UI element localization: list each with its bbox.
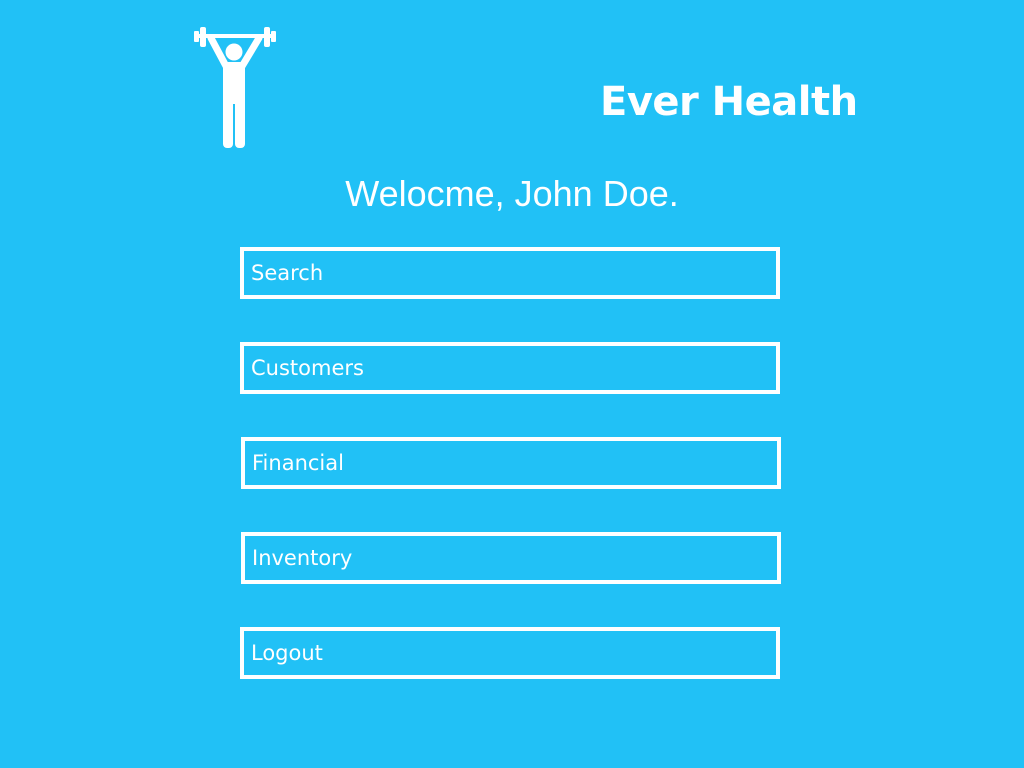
- search-button[interactable]: Search: [240, 247, 780, 299]
- search-button-label: Search: [251, 261, 324, 285]
- welcome-user-name: John Doe.: [514, 173, 679, 214]
- logout-button-label: Logout: [251, 641, 323, 665]
- financial-button-label: Financial: [252, 451, 344, 475]
- inventory-button-label: Inventory: [252, 546, 353, 570]
- customers-button[interactable]: Customers: [240, 342, 780, 394]
- logout-button[interactable]: Logout: [240, 627, 780, 679]
- app-title: Ever Health: [600, 79, 858, 125]
- customers-button-label: Customers: [251, 356, 364, 380]
- welcome-greeting: Welocme,: [345, 173, 505, 214]
- financial-button[interactable]: Financial: [241, 437, 781, 489]
- welcome-message: Welocme, John Doe.: [0, 172, 1024, 216]
- inventory-button[interactable]: Inventory: [241, 532, 781, 584]
- weightlifter-icon: [194, 24, 276, 150]
